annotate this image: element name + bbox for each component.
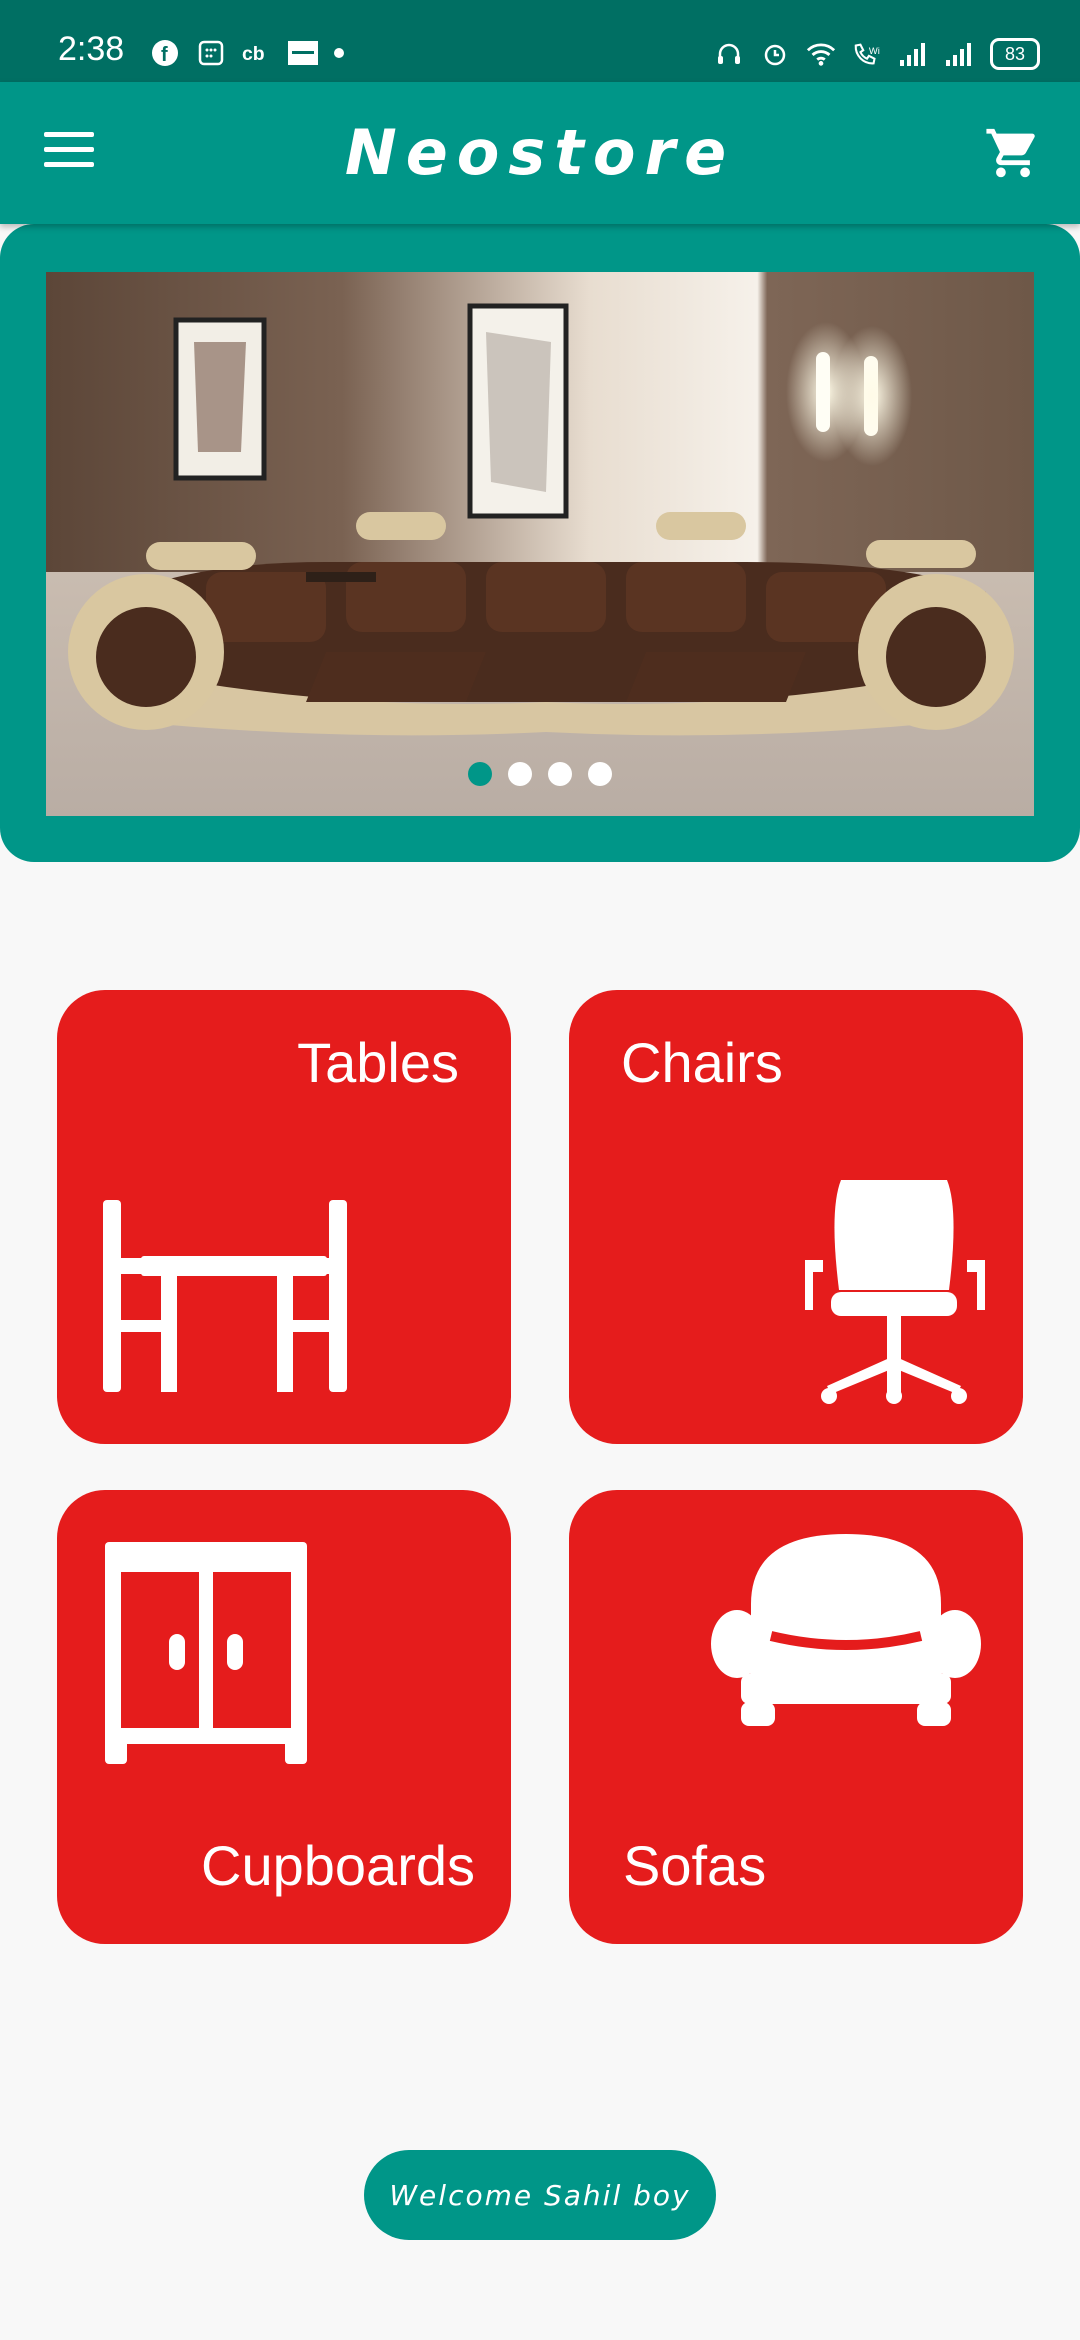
notification-icons: f cb: [150, 38, 344, 68]
alarm-icon: [760, 39, 790, 69]
calendar-icon: [196, 38, 226, 68]
headset-icon: [714, 39, 744, 69]
slide-dot[interactable]: [508, 762, 532, 786]
status-bar: 2:38 f cb Wi 83: [0, 0, 1080, 82]
category-tile-chairs[interactable]: Chairs: [569, 990, 1023, 1444]
slide-dot[interactable]: [548, 762, 572, 786]
signal-icon: [944, 39, 974, 69]
app-title: Neostore: [344, 116, 736, 189]
category-tile-sofas[interactable]: Sofas: [569, 1490, 1023, 1944]
svg-text:Wi: Wi: [869, 46, 880, 56]
signal-icon: [898, 39, 928, 69]
category-tile-tables[interactable]: Tables: [57, 990, 511, 1444]
banner-slider[interactable]: [0, 224, 1080, 862]
battery-icon: 83: [990, 38, 1040, 70]
welcome-chip: Welcome Sahil boy: [364, 2150, 716, 2240]
category-label-cupboards: Cupboards: [201, 1834, 475, 1897]
status-time: 2:38: [58, 30, 125, 68]
svg-text:cb: cb: [242, 43, 265, 65]
chair-icon: [805, 1180, 985, 1404]
slide-indicator[interactable]: [46, 762, 1034, 786]
category-tile-cupboards[interactable]: Cupboards: [57, 1490, 511, 1944]
living-room-sofa-photo: [46, 272, 1034, 816]
category-label-tables: Tables: [297, 1031, 459, 1094]
table-icon: [103, 1200, 347, 1392]
notification-dot-icon: [334, 48, 344, 58]
svg-text:f: f: [161, 44, 168, 66]
slide-dot-active[interactable]: [468, 762, 492, 786]
facebook-icon: f: [150, 38, 180, 68]
cart-icon[interactable]: [984, 124, 1042, 182]
sofa-icon: [711, 1534, 981, 1726]
wifi-calling-icon: Wi: [852, 39, 882, 69]
app-bar: Neostore: [0, 82, 1080, 224]
wifi-icon: [806, 39, 836, 69]
cb-icon: cb: [242, 38, 272, 68]
zomato-icon: [288, 38, 318, 68]
system-icons: Wi 83: [714, 38, 1040, 70]
category-label-chairs: Chairs: [621, 1031, 783, 1094]
cupboard-icon: [105, 1542, 307, 1764]
slide-dot[interactable]: [588, 762, 612, 786]
category-label-sofas: Sofas: [623, 1834, 767, 1897]
